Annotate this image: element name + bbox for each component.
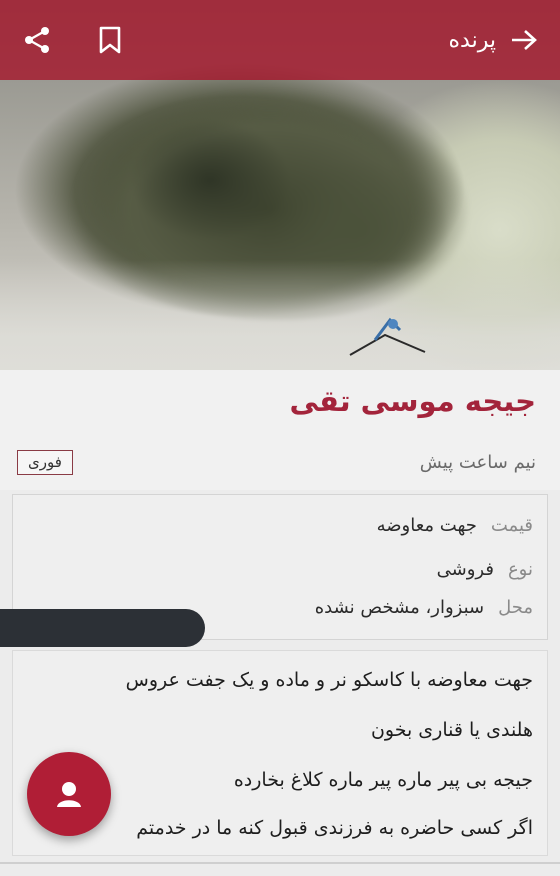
arrow-right-icon[interactable] xyxy=(510,28,538,52)
photo-highlight xyxy=(0,260,560,370)
detail-value: سبزوار، مشخص نشده xyxy=(314,597,485,618)
urgent-badge: فوری xyxy=(17,450,73,475)
description-line: اگر کسی حاضره به فرزندی قبول کنه ما در خ… xyxy=(136,817,533,839)
contact-button[interactable] xyxy=(27,752,111,836)
category-title: پرنده xyxy=(448,27,496,53)
detail-value: جهت معاوضه xyxy=(376,515,477,536)
share-icon[interactable] xyxy=(22,25,52,55)
detail-row-type: نوع فروشی xyxy=(437,559,533,580)
description-line: جیجه بی پیر ماره پیر ماره کلاغ بخارده xyxy=(233,769,533,791)
detail-key: نوع xyxy=(507,559,533,580)
detail-row-location: محل سبزوار، مشخص نشده xyxy=(315,597,533,618)
contact-person-icon xyxy=(54,779,84,809)
bottom-divider xyxy=(0,862,560,864)
bookmark-icon[interactable] xyxy=(98,26,122,54)
detail-key: محل xyxy=(498,597,533,618)
top-app-bar: پرنده xyxy=(0,0,560,80)
redaction-bar xyxy=(0,609,205,647)
twig-graphic xyxy=(349,317,426,356)
back-navigation[interactable]: پرنده xyxy=(449,28,538,53)
post-time: نیم ساعت پیش xyxy=(419,452,536,473)
detail-key: قیمت xyxy=(490,515,533,536)
detail-row-price: قیمت جهت معاوضه xyxy=(377,515,533,536)
description-line: هلندی یا قناری بخون xyxy=(370,719,533,741)
detail-value: فروشی xyxy=(436,559,494,580)
ad-title: جیجه موسی تقی xyxy=(289,384,536,418)
description-line: جهت معاوضه با کاسکو نر و ماده و یک جفت ع… xyxy=(125,669,533,691)
